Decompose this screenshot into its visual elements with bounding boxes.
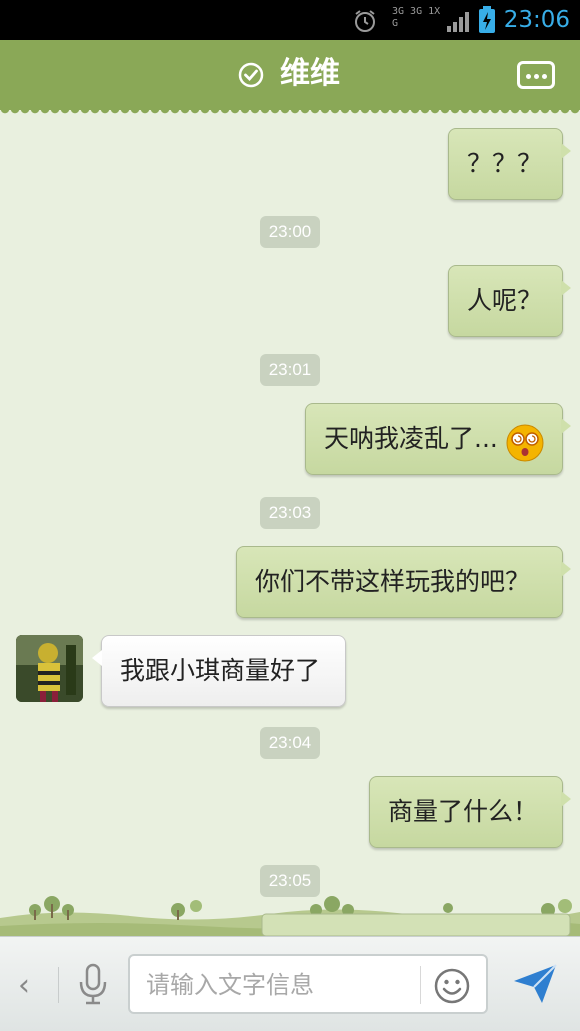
chat-title: 维维 bbox=[280, 56, 340, 91]
message-text: 天呐我凌乱了... bbox=[324, 424, 498, 453]
more-menu-icon bbox=[526, 74, 531, 79]
timestamp: 23:04 bbox=[260, 727, 320, 759]
smiley-icon[interactable] bbox=[434, 968, 470, 1004]
check-circle-icon bbox=[238, 62, 264, 88]
avatar-image bbox=[16, 635, 83, 702]
status-bar: 3G 3G 1X G 23:06 bbox=[0, 0, 580, 40]
message-bubble-sent[interactable]: 你们不带这样玩我的吧？ bbox=[236, 546, 571, 618]
timestamp: 23:03 bbox=[260, 497, 320, 529]
network-indicator: 3G 3G 1X G bbox=[392, 6, 441, 29]
chat-header: 维维 bbox=[0, 40, 580, 117]
alarm-icon bbox=[355, 10, 375, 32]
battery-charging-icon bbox=[479, 6, 495, 33]
status-time: 23:06 bbox=[503, 7, 570, 33]
divider bbox=[58, 967, 59, 1003]
message-list[interactable]: ？？？ 23:00 人呢？ 23:01 天呐我凌乱了... 23:03 你们不带… bbox=[0, 110, 580, 935]
signal-icon bbox=[447, 12, 469, 32]
input-bar: ‹ bbox=[0, 936, 580, 1031]
microphone-icon[interactable] bbox=[78, 963, 108, 1005]
back-chevron-icon[interactable]: ‹ bbox=[18, 971, 38, 1001]
message-bubble-received[interactable]: 我跟小琪商量好了 bbox=[92, 635, 346, 707]
send-icon[interactable] bbox=[512, 961, 558, 1007]
avatar[interactable] bbox=[16, 635, 83, 702]
message-bubble-sent[interactable]: ？？？ bbox=[448, 128, 571, 200]
landscape-decoration bbox=[0, 896, 580, 936]
message-bubble-sent[interactable]: 人呢？ bbox=[448, 265, 571, 337]
divider bbox=[420, 966, 421, 1004]
message-bubble-sent[interactable]: 商量了什么！ bbox=[369, 776, 571, 848]
message-input[interactable] bbox=[146, 966, 416, 1004]
message-input-field[interactable] bbox=[128, 954, 488, 1014]
message-bubble-sent[interactable]: 天呐我凌乱了... bbox=[305, 403, 571, 475]
timestamp: 23:00 bbox=[260, 216, 320, 248]
timestamp: 23:01 bbox=[260, 354, 320, 386]
dizzy-face-emoji bbox=[506, 424, 544, 462]
more-menu-button[interactable] bbox=[517, 61, 555, 89]
